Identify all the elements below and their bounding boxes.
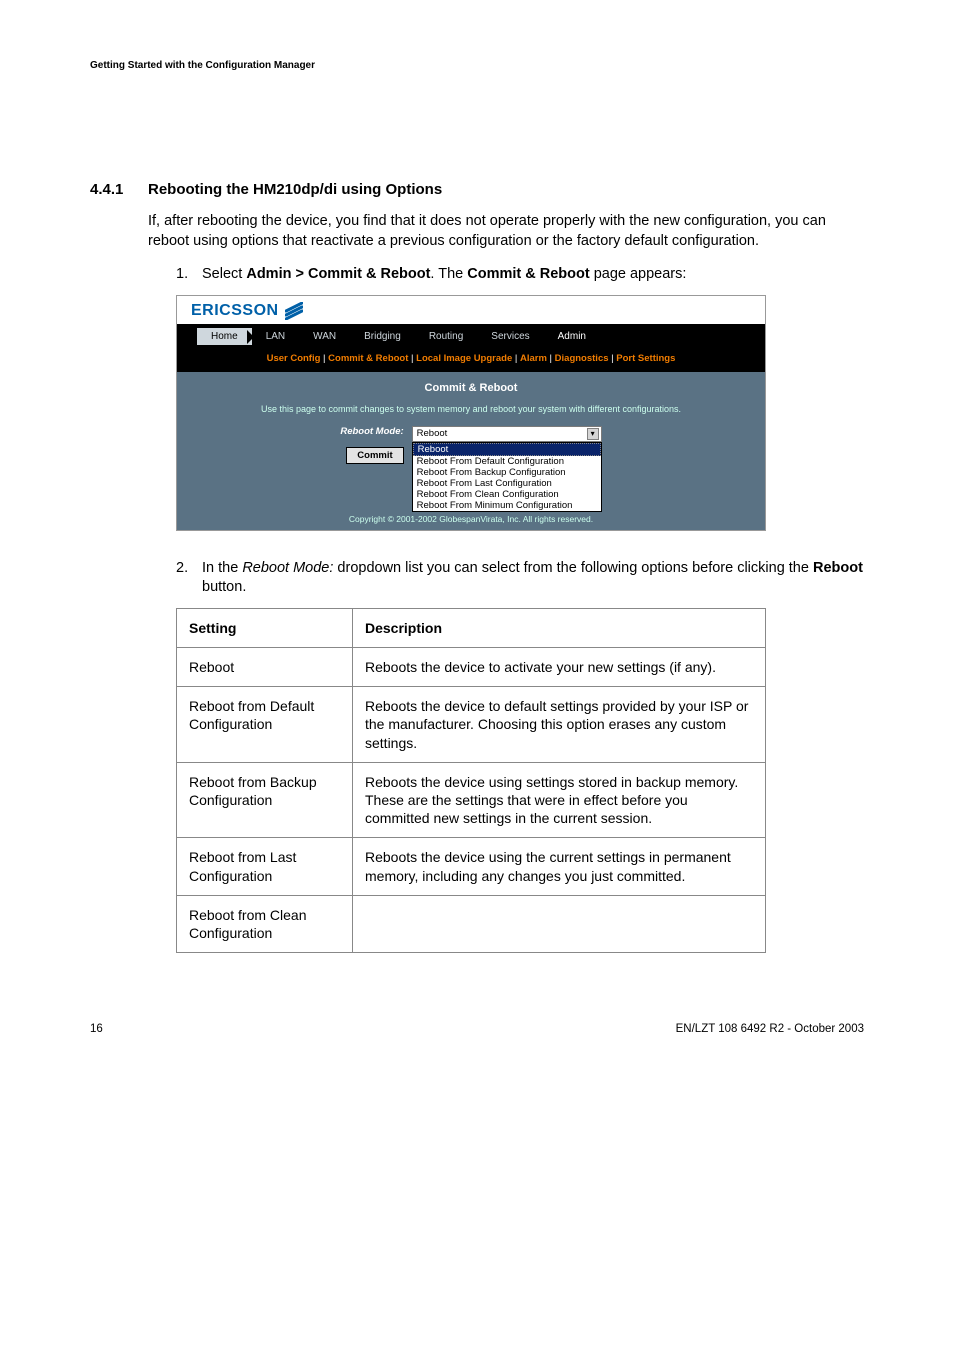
page-number: 16 [90, 1023, 103, 1035]
section-number: 4.4.1 [90, 181, 148, 198]
reboot-mode-label: Reboot Mode: [340, 426, 403, 437]
reboot-options-table: Setting Description Reboot Reboots the d… [176, 608, 766, 953]
table-header-row: Setting Description [177, 608, 766, 647]
subnav-port-settings[interactable]: Port Settings [616, 353, 675, 364]
panel-description: Use this page to commit changes to syste… [197, 404, 745, 414]
commit-reboot-screenshot: ERICSSON Home LAN WAN Bridging Routing S… [176, 295, 766, 531]
table-row: Reboot Reboots the device to activate yo… [177, 648, 766, 687]
setting-name: Reboot from Last Configuration [177, 838, 353, 895]
setting-desc [353, 895, 766, 952]
option-reboot-default[interactable]: Reboot From Default Configuration [413, 456, 601, 467]
page-footer: 16 EN/LZT 108 6492 R2 - October 2003 [90, 1023, 864, 1035]
step-1: 1. Select Admin > Commit & Reboot. The C… [176, 265, 864, 285]
reboot-mode-options: Reboot Reboot From Default Configuration… [412, 442, 602, 512]
header-description: Description [353, 608, 766, 647]
commit-reboot-panel: Commit & Reboot Use this page to commit … [177, 372, 765, 530]
step-1-text: Select Admin > Commit & Reboot. The Comm… [202, 265, 864, 285]
tab-wan[interactable]: WAN [299, 328, 350, 345]
main-nav-tabs: Home LAN WAN Bridging Routing Services A… [177, 324, 765, 347]
ericsson-wave-icon [285, 302, 303, 320]
setting-desc: Reboots the device to default settings p… [353, 687, 766, 763]
step-1-number: 1. [176, 265, 202, 285]
option-reboot-last[interactable]: Reboot From Last Configuration [413, 478, 601, 489]
setting-desc: Reboots the device using settings stored… [353, 762, 766, 838]
setting-name: Reboot [177, 648, 353, 687]
table-row: Reboot from Backup Configuration Reboots… [177, 762, 766, 838]
option-reboot-minimum[interactable]: Reboot From Minimum Configuration [413, 500, 601, 511]
option-reboot-clean[interactable]: Reboot From Clean Configuration [413, 489, 601, 500]
copyright-text: Copyright © 2001-2002 GlobespanVirata, I… [197, 514, 745, 524]
doc-id: EN/LZT 108 6492 R2 - October 2003 [676, 1023, 864, 1035]
step-2: 2. In the Reboot Mode: dropdown list you… [176, 559, 864, 598]
commit-button[interactable]: Commit [346, 447, 403, 464]
setting-desc: Reboots the device using the current set… [353, 838, 766, 895]
table-row: Reboot from Default Configuration Reboot… [177, 687, 766, 763]
step-2-text: In the Reboot Mode: dropdown list you ca… [202, 559, 864, 598]
section-heading: 4.4.1 Rebooting the HM210dp/di using Opt… [90, 181, 864, 198]
setting-name: Reboot from Clean Configuration [177, 895, 353, 952]
table-row: Reboot from Last Configuration Reboots t… [177, 838, 766, 895]
tab-routing[interactable]: Routing [415, 328, 477, 345]
setting-desc: Reboots the device to activate your new … [353, 648, 766, 687]
dropdown-arrow-icon: ▾ [587, 428, 599, 440]
running-header: Getting Started with the Configuration M… [90, 60, 864, 71]
tab-lan[interactable]: LAN [252, 328, 299, 345]
intro-paragraph: If, after rebooting the device, you find… [148, 212, 864, 251]
ericsson-logo: ERICSSON [177, 296, 765, 324]
subnav-local-image-upgrade[interactable]: Local Image Upgrade [416, 353, 512, 364]
reboot-mode-select[interactable]: Reboot ▾ [412, 426, 602, 442]
tab-bridging[interactable]: Bridging [350, 328, 415, 345]
admin-subnav: User Config | Commit & Reboot | Local Im… [177, 347, 765, 372]
tab-services[interactable]: Services [477, 328, 543, 345]
tab-home[interactable]: Home [197, 328, 252, 345]
subnav-user-config[interactable]: User Config [267, 353, 321, 364]
subnav-commit-reboot[interactable]: Commit & Reboot [328, 353, 408, 364]
reboot-mode-selected-value: Reboot [417, 428, 448, 439]
panel-title: Commit & Reboot [197, 382, 745, 394]
option-reboot-backup[interactable]: Reboot From Backup Configuration [413, 467, 601, 478]
table-row: Reboot from Clean Configuration [177, 895, 766, 952]
subnav-diagnostics[interactable]: Diagnostics [555, 353, 609, 364]
section-title: Rebooting the HM210dp/di using Options [148, 181, 442, 198]
header-setting: Setting [177, 608, 353, 647]
setting-name: Reboot from Backup Configuration [177, 762, 353, 838]
option-reboot[interactable]: Reboot [413, 443, 601, 456]
setting-name: Reboot from Default Configuration [177, 687, 353, 763]
logo-text: ERICSSON [191, 302, 279, 320]
step-2-number: 2. [176, 559, 202, 598]
tab-admin[interactable]: Admin [544, 328, 600, 345]
subnav-alarm[interactable]: Alarm [520, 353, 547, 364]
